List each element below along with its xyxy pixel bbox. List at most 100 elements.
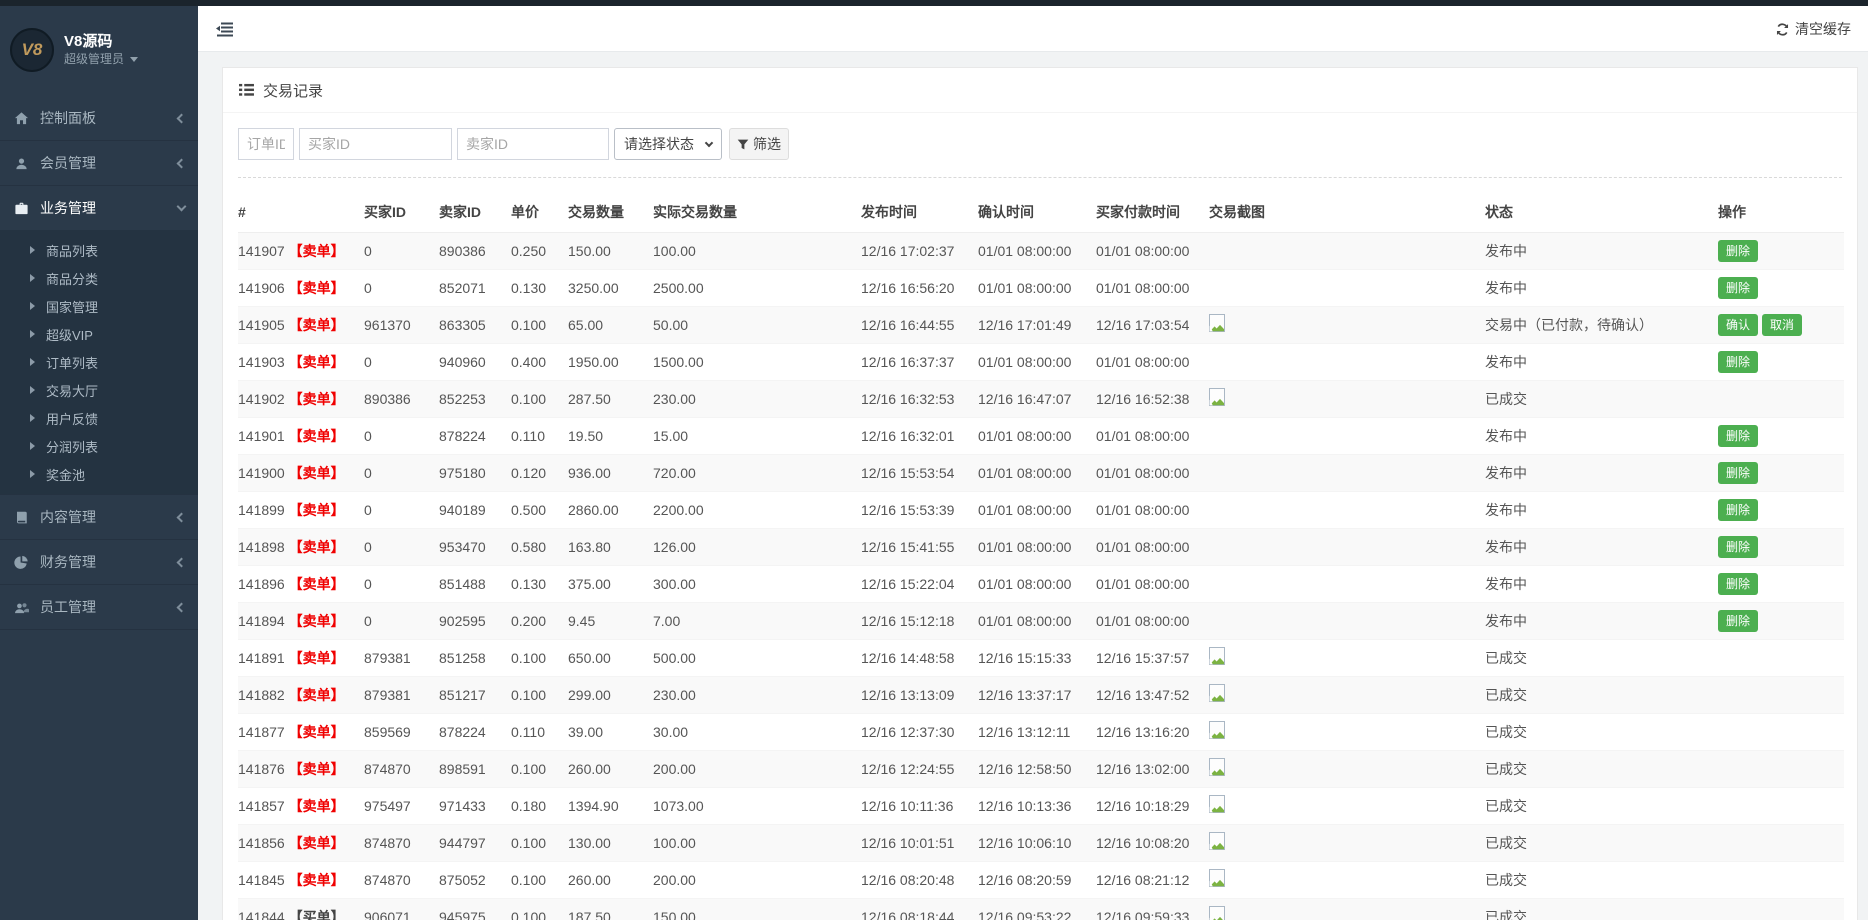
sidebar-item-5[interactable]: 员工管理 [0, 585, 198, 629]
caret-right-icon [30, 330, 35, 338]
delete-button[interactable]: 删除 [1718, 277, 1758, 299]
clear-cache-button[interactable]: 清空缓存 [1775, 19, 1851, 39]
buyer-cell: 890386 [364, 380, 439, 417]
screenshot-thumbnail[interactable] [1209, 795, 1225, 813]
screenshot-thumbnail[interactable] [1209, 721, 1225, 739]
table-row: 141903 【卖单】09409600.4001950.001500.0012/… [238, 343, 1844, 380]
actions-cell [1718, 861, 1844, 898]
screenshot-thumbnail[interactable] [1209, 906, 1225, 920]
delete-button[interactable]: 删除 [1718, 536, 1758, 558]
role-label: 超级管理员 [64, 51, 124, 68]
column-header: 交易数量 [568, 192, 653, 232]
price-cell: 0.100 [511, 306, 568, 343]
pub-cell: 12/16 16:32:53 [861, 380, 978, 417]
sidebar-subitem-6[interactable]: 用户反馈 [0, 404, 198, 432]
actual-cell: 7.00 [653, 602, 861, 639]
table-row: 141898 【卖单】09534700.580163.80126.0012/16… [238, 528, 1844, 565]
screenshot-thumbnail[interactable] [1209, 647, 1225, 665]
confirm-cell: 12/16 10:13:36 [978, 787, 1096, 824]
pub-cell: 12/16 16:56:20 [861, 269, 978, 306]
confirm-cell: 12/16 10:06:10 [978, 824, 1096, 861]
screenshot-cell [1209, 639, 1485, 676]
list-icon [239, 83, 254, 97]
book-icon [13, 509, 30, 525]
screenshot-thumbnail[interactable] [1209, 314, 1225, 332]
delete-button[interactable]: 删除 [1718, 240, 1758, 262]
qty-cell: 3250.00 [568, 269, 653, 306]
clear-cache-label: 清空缓存 [1795, 19, 1851, 39]
actual-cell: 100.00 [653, 824, 861, 861]
pay-cell: 01/01 08:00:00 [1096, 565, 1209, 602]
screenshot-thumbnail[interactable] [1209, 869, 1225, 887]
pub-cell: 12/16 08:20:48 [861, 861, 978, 898]
delete-button[interactable]: 删除 [1718, 425, 1758, 447]
screenshot-thumbnail[interactable] [1209, 388, 1225, 406]
actual-cell: 50.00 [653, 306, 861, 343]
order-id-input[interactable] [238, 128, 294, 160]
cancel-button[interactable]: 取消 [1762, 314, 1802, 336]
sidebar-subitem-4[interactable]: 订单列表 [0, 348, 198, 376]
actual-cell: 1500.00 [653, 343, 861, 380]
seller-id-input[interactable] [457, 128, 609, 160]
status-select[interactable]: 请选择状态 [614, 128, 722, 160]
filter-button[interactable]: 筛选 [729, 128, 789, 160]
status-cell: 已成交 [1485, 639, 1718, 676]
column-header: 买家付款时间 [1096, 192, 1209, 232]
buyer-cell: 0 [364, 602, 439, 639]
delete-button[interactable]: 删除 [1718, 462, 1758, 484]
screenshot-cell [1209, 713, 1485, 750]
price-cell: 0.100 [511, 380, 568, 417]
screenshot-thumbnail[interactable] [1209, 832, 1225, 850]
actions-cell: 删除 [1718, 454, 1844, 491]
actions-cell: 删除 [1718, 565, 1844, 602]
table-row: 141901 【卖单】08782240.11019.5015.0012/16 1… [238, 417, 1844, 454]
sidebar-item-4[interactable]: 财务管理 [0, 540, 198, 584]
sidebar-item-3[interactable]: 内容管理 [0, 495, 198, 539]
pay-cell: 12/16 08:21:12 [1096, 861, 1209, 898]
status-cell: 发布中 [1485, 232, 1718, 269]
price-cell: 0.580 [511, 528, 568, 565]
screenshot-cell [1209, 454, 1485, 491]
sidebar-subitem-label: 交易大厅 [46, 381, 98, 400]
seller-cell: 971433 [439, 787, 511, 824]
caret-right-icon [30, 302, 35, 310]
delete-button[interactable]: 删除 [1718, 499, 1758, 521]
seller-cell: 878224 [439, 417, 511, 454]
buyer-cell: 879381 [364, 676, 439, 713]
confirm-button[interactable]: 确认 [1718, 314, 1758, 336]
sidebar-subitem-2[interactable]: 国家管理 [0, 292, 198, 320]
confirm-cell: 01/01 08:00:00 [978, 417, 1096, 454]
actions-cell: 删除 [1718, 232, 1844, 269]
sidebar-subitem-3[interactable]: 超级VIP [0, 320, 198, 348]
qty-cell: 19.50 [568, 417, 653, 454]
buyer-cell: 879381 [364, 639, 439, 676]
buyer-id-input[interactable] [299, 128, 452, 160]
sidebar-item-0[interactable]: 控制面板 [0, 96, 198, 140]
screenshot-thumbnail[interactable] [1209, 684, 1225, 702]
chevron-left-icon [177, 158, 187, 168]
screenshot-thumbnail[interactable] [1209, 758, 1225, 776]
qty-cell: 1950.00 [568, 343, 653, 380]
pay-cell: 12/16 13:47:52 [1096, 676, 1209, 713]
sidebar-subitem-8[interactable]: 奖金池 [0, 460, 198, 488]
sidebar-subitem-0[interactable]: 商品列表 [0, 236, 198, 264]
sidebar-subitem-1[interactable]: 商品分类 [0, 264, 198, 292]
sidebar-subitem-7[interactable]: 分润列表 [0, 432, 198, 460]
sidebar-toggle-button[interactable] [208, 15, 242, 43]
order-id-cell: 141903 【卖单】 [238, 343, 364, 380]
role-dropdown[interactable]: 超级管理员 [64, 51, 138, 68]
actual-cell: 720.00 [653, 454, 861, 491]
delete-button[interactable]: 删除 [1718, 610, 1758, 632]
pay-cell: 12/16 17:03:54 [1096, 306, 1209, 343]
qty-cell: 130.00 [568, 824, 653, 861]
delete-button[interactable]: 删除 [1718, 573, 1758, 595]
sidebar-item-1[interactable]: 会员管理 [0, 141, 198, 185]
sidebar-subitem-5[interactable]: 交易大厅 [0, 376, 198, 404]
qty-cell: 260.00 [568, 861, 653, 898]
delete-button[interactable]: 删除 [1718, 351, 1758, 373]
sidebar-item-2[interactable]: 业务管理 [0, 186, 198, 230]
seller-cell: 851258 [439, 639, 511, 676]
buyer-cell: 0 [364, 232, 439, 269]
actions-cell [1718, 750, 1844, 787]
column-header: 操作 [1718, 192, 1844, 232]
